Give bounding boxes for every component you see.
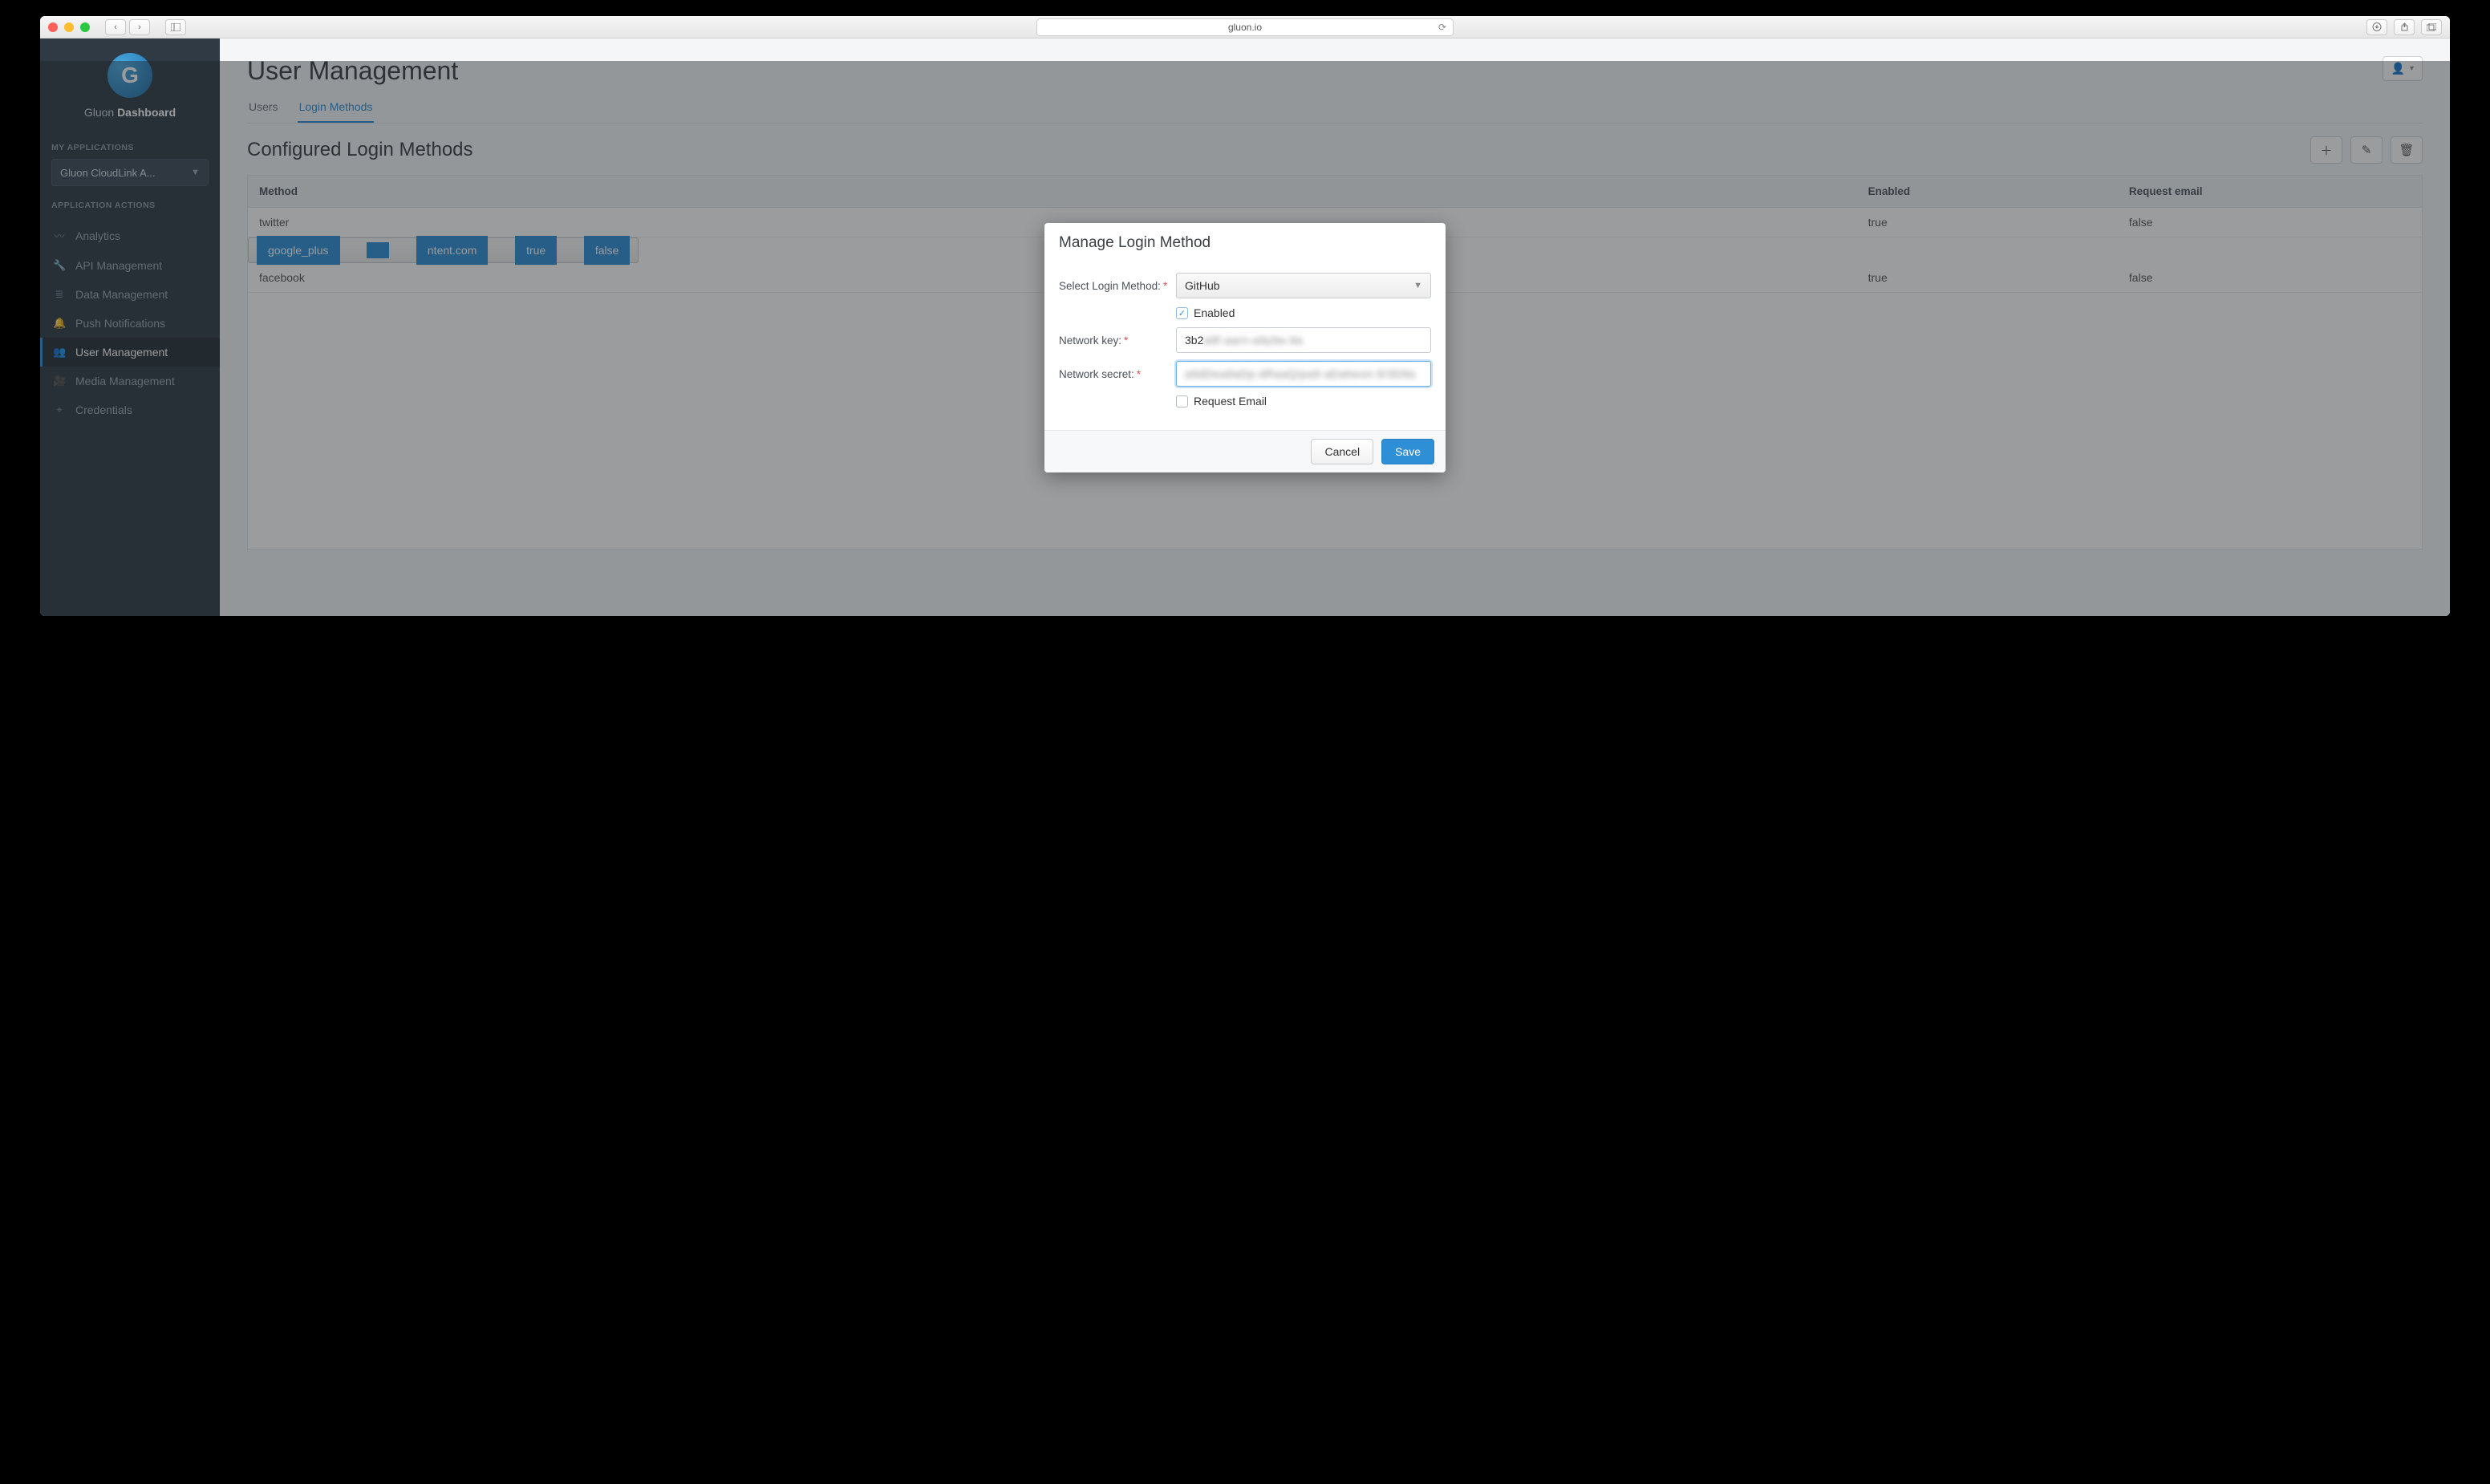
window-maximize-button[interactable] [80,22,90,32]
enabled-checkbox[interactable]: ✓ [1176,307,1188,319]
tabs-icon [2427,23,2436,31]
manage-login-method-modal: Manage Login Method Select Login Method:… [1044,223,1446,472]
window-close-button[interactable] [48,22,58,32]
reload-icon[interactable]: ⟳ [1438,22,1446,33]
save-button[interactable]: Save [1381,439,1434,464]
url-text: gluon.io [1228,22,1262,33]
select-login-method[interactable]: GitHub ▼ [1176,273,1431,298]
window-minimize-button[interactable] [64,22,74,32]
request-email-checkbox[interactable] [1176,395,1188,407]
sidebar-icon [171,23,180,31]
url-bar[interactable]: gluon.io ⟳ [1036,18,1454,36]
network-secret-input[interactable]: a9dDea9aDp-dRaaQ/pa9-aDaheon-9/3D9a [1176,361,1431,387]
cancel-button[interactable]: Cancel [1311,439,1373,464]
nav-back-button[interactable]: ‹ [105,19,126,35]
share-icon [2400,22,2409,31]
share-button[interactable] [2394,19,2415,35]
select-login-method-value: GitHub [1185,279,1220,292]
download-icon [2372,22,2382,31]
label-select-method: Select Login Method:* [1059,280,1176,292]
tabs-button[interactable] [2421,19,2442,35]
label-network-secret: Network secret:* [1059,368,1176,380]
sidebar-toggle-button[interactable] [165,19,186,35]
modal-title: Manage Login Method [1044,223,1446,260]
request-email-label: Request Email [1194,395,1267,407]
chevron-down-icon: ▼ [1413,281,1422,290]
browser-titlebar: ‹ › gluon.io ⟳ [40,16,2450,39]
label-network-key: Network key:* [1059,335,1176,347]
enabled-label: Enabled [1194,306,1235,319]
network-key-input[interactable]: 3b2a9f-aarn-a9y9a-9a [1176,327,1431,353]
nav-forward-button[interactable]: › [129,19,150,35]
downloads-button[interactable] [2366,19,2387,35]
